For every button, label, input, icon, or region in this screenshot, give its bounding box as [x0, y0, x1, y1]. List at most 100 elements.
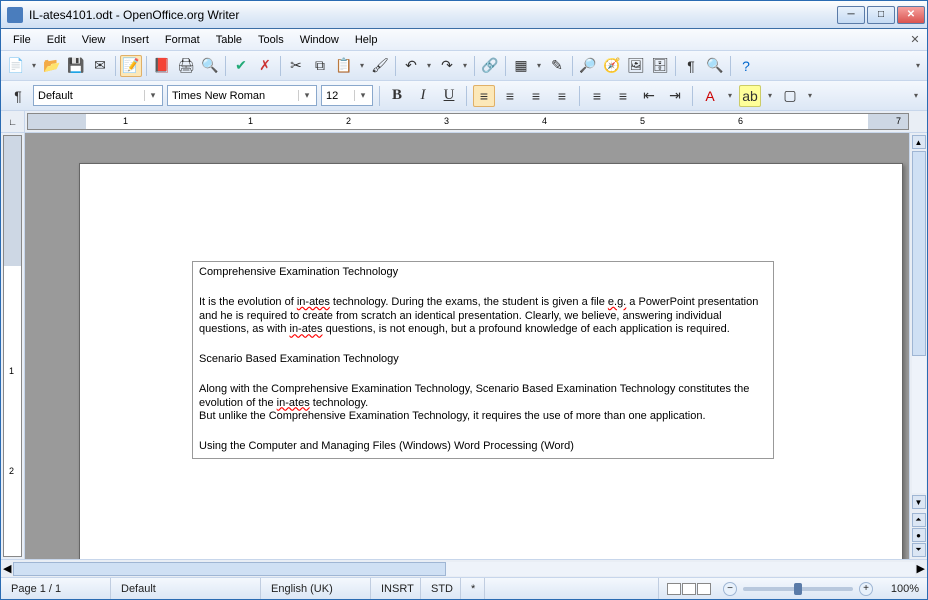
increase-indent-button[interactable]: ⇥: [664, 85, 686, 107]
paste-icon[interactable]: 📋: [333, 55, 355, 77]
status-style[interactable]: Default: [111, 578, 261, 599]
autospell-icon[interactable]: ✗: [254, 55, 276, 77]
new-doc-icon[interactable]: 📄: [5, 55, 27, 77]
new-dropdown[interactable]: ▾: [29, 61, 39, 70]
copy-icon[interactable]: ⧉: [309, 55, 331, 77]
decrease-indent-button[interactable]: ⇤: [638, 85, 660, 107]
status-insert[interactable]: INSRT: [371, 578, 421, 599]
bullet-list-button[interactable]: ≡: [612, 85, 634, 107]
paragraph-style-combo[interactable]: Default▾: [33, 85, 163, 106]
menu-table[interactable]: Table: [208, 31, 250, 49]
zoom-knob[interactable]: [794, 583, 802, 595]
table-icon[interactable]: ▦: [510, 55, 532, 77]
view-layout-icons[interactable]: [667, 583, 711, 595]
zoom-out-button[interactable]: −: [723, 582, 737, 596]
align-justify-button[interactable]: ≡: [551, 85, 573, 107]
menu-view[interactable]: View: [74, 31, 114, 49]
hyperlink-icon[interactable]: 🔗: [479, 55, 501, 77]
nonprinting-icon[interactable]: ¶: [680, 55, 702, 77]
italic-button[interactable]: I: [412, 85, 434, 107]
open-icon[interactable]: 📂: [41, 55, 63, 77]
highlight-dropdown[interactable]: ▾: [765, 91, 775, 100]
font-color-dropdown[interactable]: ▾: [725, 91, 735, 100]
bold-button[interactable]: B: [386, 85, 408, 107]
datasources-icon[interactable]: 🗄: [649, 55, 671, 77]
undo-dropdown[interactable]: ▾: [424, 61, 434, 70]
titlebar: IL-ates4101.odt - OpenOffice.org Writer …: [1, 1, 927, 29]
spell-error: in-ates: [290, 323, 323, 335]
find-icon[interactable]: 🔎: [577, 55, 599, 77]
zoom-slider[interactable]: [743, 587, 853, 591]
menu-file[interactable]: File: [5, 31, 39, 49]
maximize-button[interactable]: □: [867, 6, 895, 24]
zoom-value[interactable]: 100%: [879, 583, 919, 595]
undo-icon[interactable]: ↶: [400, 55, 422, 77]
status-modified[interactable]: *: [461, 578, 485, 599]
prev-page-icon[interactable]: ⏶: [912, 513, 926, 527]
format-paintbrush-icon[interactable]: 🖌: [369, 55, 391, 77]
menu-window[interactable]: Window: [292, 31, 347, 49]
menu-insert[interactable]: Insert: [113, 31, 157, 49]
spellcheck-icon[interactable]: ✔: [230, 55, 252, 77]
navigation-icon[interactable]: ●: [912, 528, 926, 542]
toolbar-overflow[interactable]: ▾: [913, 61, 923, 70]
menu-tools[interactable]: Tools: [250, 31, 292, 49]
zoom-icon[interactable]: 🔍: [704, 55, 726, 77]
font-color-button[interactable]: A: [699, 85, 721, 107]
print-preview-icon[interactable]: 🔍: [199, 55, 221, 77]
scroll-down-icon[interactable]: ▼: [912, 495, 926, 509]
status-language[interactable]: English (UK): [261, 578, 371, 599]
hscroll-track[interactable]: [13, 562, 914, 576]
ruler-corner[interactable]: ∟: [1, 111, 25, 132]
status-page[interactable]: Page 1 / 1: [1, 578, 111, 599]
scroll-up-icon[interactable]: ▲: [912, 135, 926, 149]
save-icon[interactable]: 💾: [65, 55, 87, 77]
underline-button[interactable]: U: [438, 85, 460, 107]
hscroll-thumb[interactable]: [13, 562, 446, 576]
cut-icon[interactable]: ✂: [285, 55, 307, 77]
font-name-combo[interactable]: Times New Roman▾: [167, 85, 317, 106]
align-left-button[interactable]: ≡: [473, 85, 495, 107]
menu-format[interactable]: Format: [157, 31, 208, 49]
font-size-combo[interactable]: 12▾: [321, 85, 373, 106]
highlight-button[interactable]: ab: [739, 85, 761, 107]
export-pdf-icon[interactable]: 📕: [151, 55, 173, 77]
vertical-scrollbar[interactable]: ▲ ▼ ⏶ ● ⏷: [909, 133, 927, 559]
show-draw-icon[interactable]: ✎: [546, 55, 568, 77]
table-dropdown[interactable]: ▾: [534, 61, 544, 70]
horizontal-scrollbar[interactable]: ◀ ▶: [1, 559, 927, 577]
align-right-button[interactable]: ≡: [525, 85, 547, 107]
paste-dropdown[interactable]: ▾: [357, 61, 367, 70]
scroll-right-icon[interactable]: ▶: [917, 562, 925, 575]
numbered-list-button[interactable]: ≡: [586, 85, 608, 107]
scroll-track[interactable]: [912, 151, 926, 493]
minimize-button[interactable]: ─: [837, 6, 865, 24]
vertical-ruler[interactable]: 1 2: [3, 135, 22, 557]
redo-dropdown[interactable]: ▾: [460, 61, 470, 70]
styles-icon[interactable]: ¶: [7, 85, 29, 107]
text-frame[interactable]: Comprehensive Examination Technology It …: [192, 261, 774, 459]
scroll-left-icon[interactable]: ◀: [3, 562, 11, 575]
next-page-icon[interactable]: ⏷: [912, 543, 926, 557]
bg-color-button[interactable]: ▢: [779, 85, 801, 107]
horizontal-ruler[interactable]: 1 1 2 3 4 5 6 7: [27, 113, 909, 130]
document-close-icon[interactable]: ✕: [907, 32, 923, 48]
menu-edit[interactable]: Edit: [39, 31, 74, 49]
navigator-icon[interactable]: 🧭: [601, 55, 623, 77]
zoom-in-button[interactable]: +: [859, 582, 873, 596]
print-icon[interactable]: 🖨: [175, 55, 197, 77]
status-selection[interactable]: STD: [421, 578, 461, 599]
menu-help[interactable]: Help: [347, 31, 386, 49]
redo-icon[interactable]: ↷: [436, 55, 458, 77]
scroll-thumb[interactable]: [912, 151, 926, 356]
paragraph-2: Along with the Comprehensive Examination…: [199, 383, 767, 411]
align-center-button[interactable]: ≡: [499, 85, 521, 107]
close-button[interactable]: ✕: [897, 6, 925, 24]
gallery-icon[interactable]: 🖼: [625, 55, 647, 77]
fmt-toolbar-overflow[interactable]: ▾: [911, 91, 921, 100]
document-canvas[interactable]: Comprehensive Examination Technology It …: [25, 133, 909, 559]
email-icon[interactable]: ✉: [89, 55, 111, 77]
help-icon[interactable]: ?: [735, 55, 757, 77]
edit-file-icon[interactable]: 📝: [120, 55, 142, 77]
bg-color-dropdown[interactable]: ▾: [805, 91, 815, 100]
